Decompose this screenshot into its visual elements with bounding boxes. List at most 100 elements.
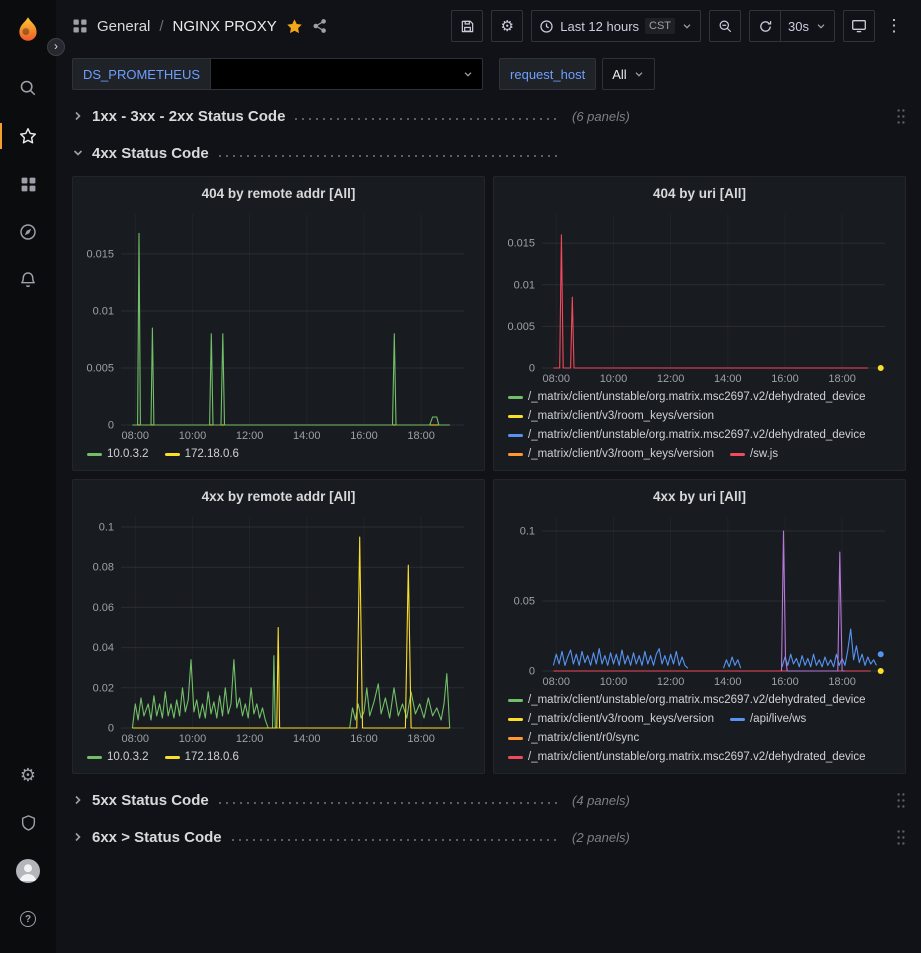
time-series-chart[interactable]: 00.050.108:0010:0012:0014:0016:0018:00 xyxy=(504,509,895,689)
favorite-star-icon[interactable] xyxy=(286,18,303,35)
legend-item[interactable]: /api/live/ws xyxy=(730,711,806,727)
request-host-variable-label[interactable]: request_host xyxy=(499,58,596,90)
legend-swatch xyxy=(730,718,745,721)
dashboard-canvas: 1xx - 3xx - 2xx Status Code (6 panels) xyxy=(56,96,921,953)
sidebar-item-server-admin[interactable] xyxy=(8,803,48,843)
save-dashboard-button[interactable] xyxy=(451,10,483,42)
legend-item[interactable]: /_matrix/client/v3/room_keys/version xyxy=(508,408,714,424)
legend-label: /_matrix/client/v3/room_keys/version xyxy=(528,711,714,727)
main-area: General / NGINX PROXY xyxy=(56,0,921,953)
chart-legend: 10.0.3.2 172.18.0.6 xyxy=(83,443,474,462)
svg-text:0.01: 0.01 xyxy=(93,305,114,317)
legend-item[interactable]: 172.18.0.6 xyxy=(165,749,239,765)
svg-text:10:00: 10:00 xyxy=(179,733,207,745)
chevron-right-icon xyxy=(72,110,84,122)
legend-item[interactable]: 10.0.3.2 xyxy=(87,446,149,462)
legend-item[interactable]: /_matrix/client/v3/room_keys/version xyxy=(508,446,714,462)
legend-label: /_matrix/client/unstable/org.matrix.msc2… xyxy=(528,692,866,708)
kebab-menu-button[interactable]: ⋮ xyxy=(883,10,905,42)
row-dotted-leader xyxy=(219,155,558,157)
legend-item[interactable]: /_matrix/client/v3/room_keys/version xyxy=(508,711,714,727)
svg-text:0.08: 0.08 xyxy=(93,562,114,574)
panel-4xx-by-remote-addr: 4xx by remote addr [All] 00.020.040.060.… xyxy=(72,479,485,774)
tv-mode-button[interactable] xyxy=(843,10,875,42)
svg-text:0: 0 xyxy=(108,420,114,432)
refresh-interval-label: 30s xyxy=(788,19,809,34)
sidebar-item-starred[interactable] xyxy=(8,116,48,156)
legend-item[interactable]: /_matrix/client/r0/sync xyxy=(508,730,639,746)
row-dotted-leader xyxy=(232,839,558,841)
legend-swatch xyxy=(508,453,523,456)
panel-404-by-uri: 404 by uri [All] 00.0050.010.01508:0010:… xyxy=(493,176,906,471)
datasource-variable-picker[interactable] xyxy=(211,58,483,90)
dashboards-grid-icon xyxy=(20,176,37,193)
sidebar-item-configuration[interactable]: ⚙ xyxy=(8,755,48,795)
chevron-right-icon: › xyxy=(54,40,58,52)
request-host-variable-picker[interactable]: All xyxy=(602,58,654,90)
person-icon xyxy=(16,859,40,883)
chevron-down-icon xyxy=(72,147,84,159)
svg-text:18:00: 18:00 xyxy=(828,373,856,385)
share-icon[interactable] xyxy=(312,18,328,34)
svg-text:12:00: 12:00 xyxy=(236,733,264,745)
row-drag-handle[interactable] xyxy=(896,829,906,846)
svg-text:12:00: 12:00 xyxy=(657,373,685,385)
legend-item[interactable]: /_matrix/client/unstable/org.matrix.msc2… xyxy=(508,692,866,708)
zoom-out-icon xyxy=(718,19,733,34)
timezone-label: CST xyxy=(645,18,675,34)
sidebar-item-explore[interactable] xyxy=(8,212,48,252)
svg-text:16:00: 16:00 xyxy=(771,373,799,385)
row-1xx-3xx-2xx[interactable]: 1xx - 3xx - 2xx Status Code (6 panels) xyxy=(72,102,906,130)
sidebar-item-alerting[interactable] xyxy=(8,260,48,300)
legend-item[interactable]: /_matrix/client/unstable/org.matrix.msc2… xyxy=(508,749,866,765)
svg-text:18:00: 18:00 xyxy=(828,676,856,688)
panel-title[interactable]: 4xx by remote addr [All] xyxy=(83,485,474,509)
row-4xx[interactable]: 4xx Status Code xyxy=(72,139,906,167)
sidebar-item-search[interactable] xyxy=(8,68,48,108)
dashboard-settings-button[interactable]: ⚙ xyxy=(491,10,523,42)
refresh-button[interactable] xyxy=(749,10,781,42)
row-drag-handle[interactable] xyxy=(896,108,906,125)
panel-grid: 404 by remote addr [All] 00.0050.010.015… xyxy=(72,176,906,774)
refresh-icon xyxy=(758,19,773,34)
time-series-chart[interactable]: 00.020.040.060.080.108:0010:0012:0014:00… xyxy=(83,509,474,746)
legend-swatch xyxy=(730,453,745,456)
time-series-chart[interactable]: 00.0050.010.01508:0010:0012:0014:0016:00… xyxy=(504,206,895,386)
legend-item[interactable]: /sw.js xyxy=(730,446,778,462)
panel-title[interactable]: 404 by uri [All] xyxy=(504,182,895,206)
legend-label: /_matrix/client/v3/room_keys/version xyxy=(528,408,714,424)
legend-label: 172.18.0.6 xyxy=(185,446,239,462)
chevron-down-icon xyxy=(681,20,693,32)
time-range-picker[interactable]: Last 12 hours CST xyxy=(531,10,701,42)
sidebar-item-help[interactable]: ? xyxy=(8,899,48,939)
grafana-logo[interactable] xyxy=(8,10,48,50)
breadcrumb-separator: / xyxy=(159,18,163,35)
zoom-out-time-button[interactable] xyxy=(709,10,741,42)
svg-text:08:00: 08:00 xyxy=(543,676,571,688)
sidebar: › xyxy=(0,0,56,953)
breadcrumb-folder[interactable]: General xyxy=(97,18,150,35)
legend-swatch xyxy=(508,434,523,437)
time-series-chart[interactable]: 00.0050.010.01508:0010:0012:0014:0016:00… xyxy=(83,206,474,443)
legend-item[interactable]: 172.18.0.6 xyxy=(165,446,239,462)
legend-item[interactable]: 10.0.3.2 xyxy=(87,749,149,765)
legend-item[interactable]: /_matrix/client/unstable/org.matrix.msc2… xyxy=(508,427,866,443)
panel-title[interactable]: 404 by remote addr [All] xyxy=(83,182,474,206)
svg-text:10:00: 10:00 xyxy=(600,373,628,385)
grafana-app: › xyxy=(0,0,921,953)
row-5xx[interactable]: 5xx Status Code (4 panels) xyxy=(72,786,906,814)
legend-swatch xyxy=(165,756,180,759)
row-title: 5xx Status Code xyxy=(92,792,209,809)
row-drag-handle[interactable] xyxy=(896,792,906,809)
panel-title[interactable]: 4xx by uri [All] xyxy=(504,485,895,509)
refresh-picker: 30s xyxy=(749,10,835,42)
sidebar-item-dashboards[interactable] xyxy=(8,164,48,204)
row-title: 4xx Status Code xyxy=(92,145,209,162)
datasource-variable-label[interactable]: DS_PROMETHEUS xyxy=(72,58,211,90)
legend-item[interactable]: /_matrix/client/unstable/org.matrix.msc2… xyxy=(508,389,866,405)
row-6xx[interactable]: 6xx > Status Code (2 panels) xyxy=(72,823,906,851)
sidebar-expand-button[interactable]: › xyxy=(47,38,65,56)
dashboard-title[interactable]: NGINX PROXY xyxy=(173,18,277,35)
refresh-interval-dropdown[interactable]: 30s xyxy=(781,10,835,42)
sidebar-item-profile[interactable] xyxy=(8,851,48,891)
